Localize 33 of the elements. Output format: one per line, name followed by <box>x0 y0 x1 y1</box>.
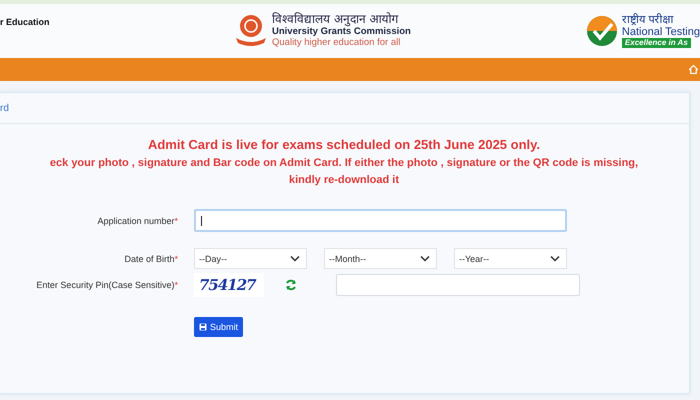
chevron-down-icon <box>420 255 430 262</box>
select-placeholder: --Year-- <box>459 254 490 264</box>
check-logo-icon <box>586 14 618 47</box>
dropdown[interactable]: --Month-- <box>324 248 437 269</box>
chevron-down-icon <box>550 255 560 262</box>
captcha-image: 754127 <box>194 273 264 297</box>
dropdown[interactable]: --Day-- <box>194 248 307 269</box>
nta-hindi-name: राष्ट्रीय परीक्षा <box>622 14 674 26</box>
chevron-down-icon <box>290 255 300 262</box>
nta-name: National Testing <box>622 26 700 38</box>
field-label: Application number <box>97 216 174 226</box>
application-number-field[interactable] <box>194 209 567 232</box>
field-label: Date of Birth <box>124 254 174 264</box>
site-title: r Education <box>0 17 50 27</box>
required-mark: * <box>174 280 178 290</box>
select-placeholder: --Day-- <box>199 254 227 264</box>
ugc-name: University Grants Commission <box>272 26 411 38</box>
refresh-icon[interactable] <box>284 279 297 291</box>
field-label: Enter Security Pin(Case Sensitive) <box>36 280 174 290</box>
submit-button[interactable]: Submit <box>194 317 244 337</box>
notice-text: eck your photo , signature and Bar code on Admit Card. If either the photo , signature or the QR code is missing, kindly re-download it <box>48 156 640 188</box>
security-pin-field[interactable] <box>336 274 580 296</box>
notice-text: Admit Card is live for exams scheduled on 25th June 2025 only. <box>146 136 542 153</box>
ugc-tagline: Quality higher education for all <box>272 38 402 49</box>
save-icon <box>199 323 207 331</box>
dropdown[interactable]: --Year-- <box>454 248 567 269</box>
home-icon <box>689 65 698 74</box>
select-placeholder: --Month-- <box>329 254 366 264</box>
required-mark: * <box>174 216 178 226</box>
required-mark: * <box>174 254 178 264</box>
ugc-hindi-name: विश्वविद्यालय अनुदान आयोग <box>272 13 400 27</box>
panel-title: rd <box>0 102 9 114</box>
nta-tagline: Excellence in As <box>622 38 691 48</box>
